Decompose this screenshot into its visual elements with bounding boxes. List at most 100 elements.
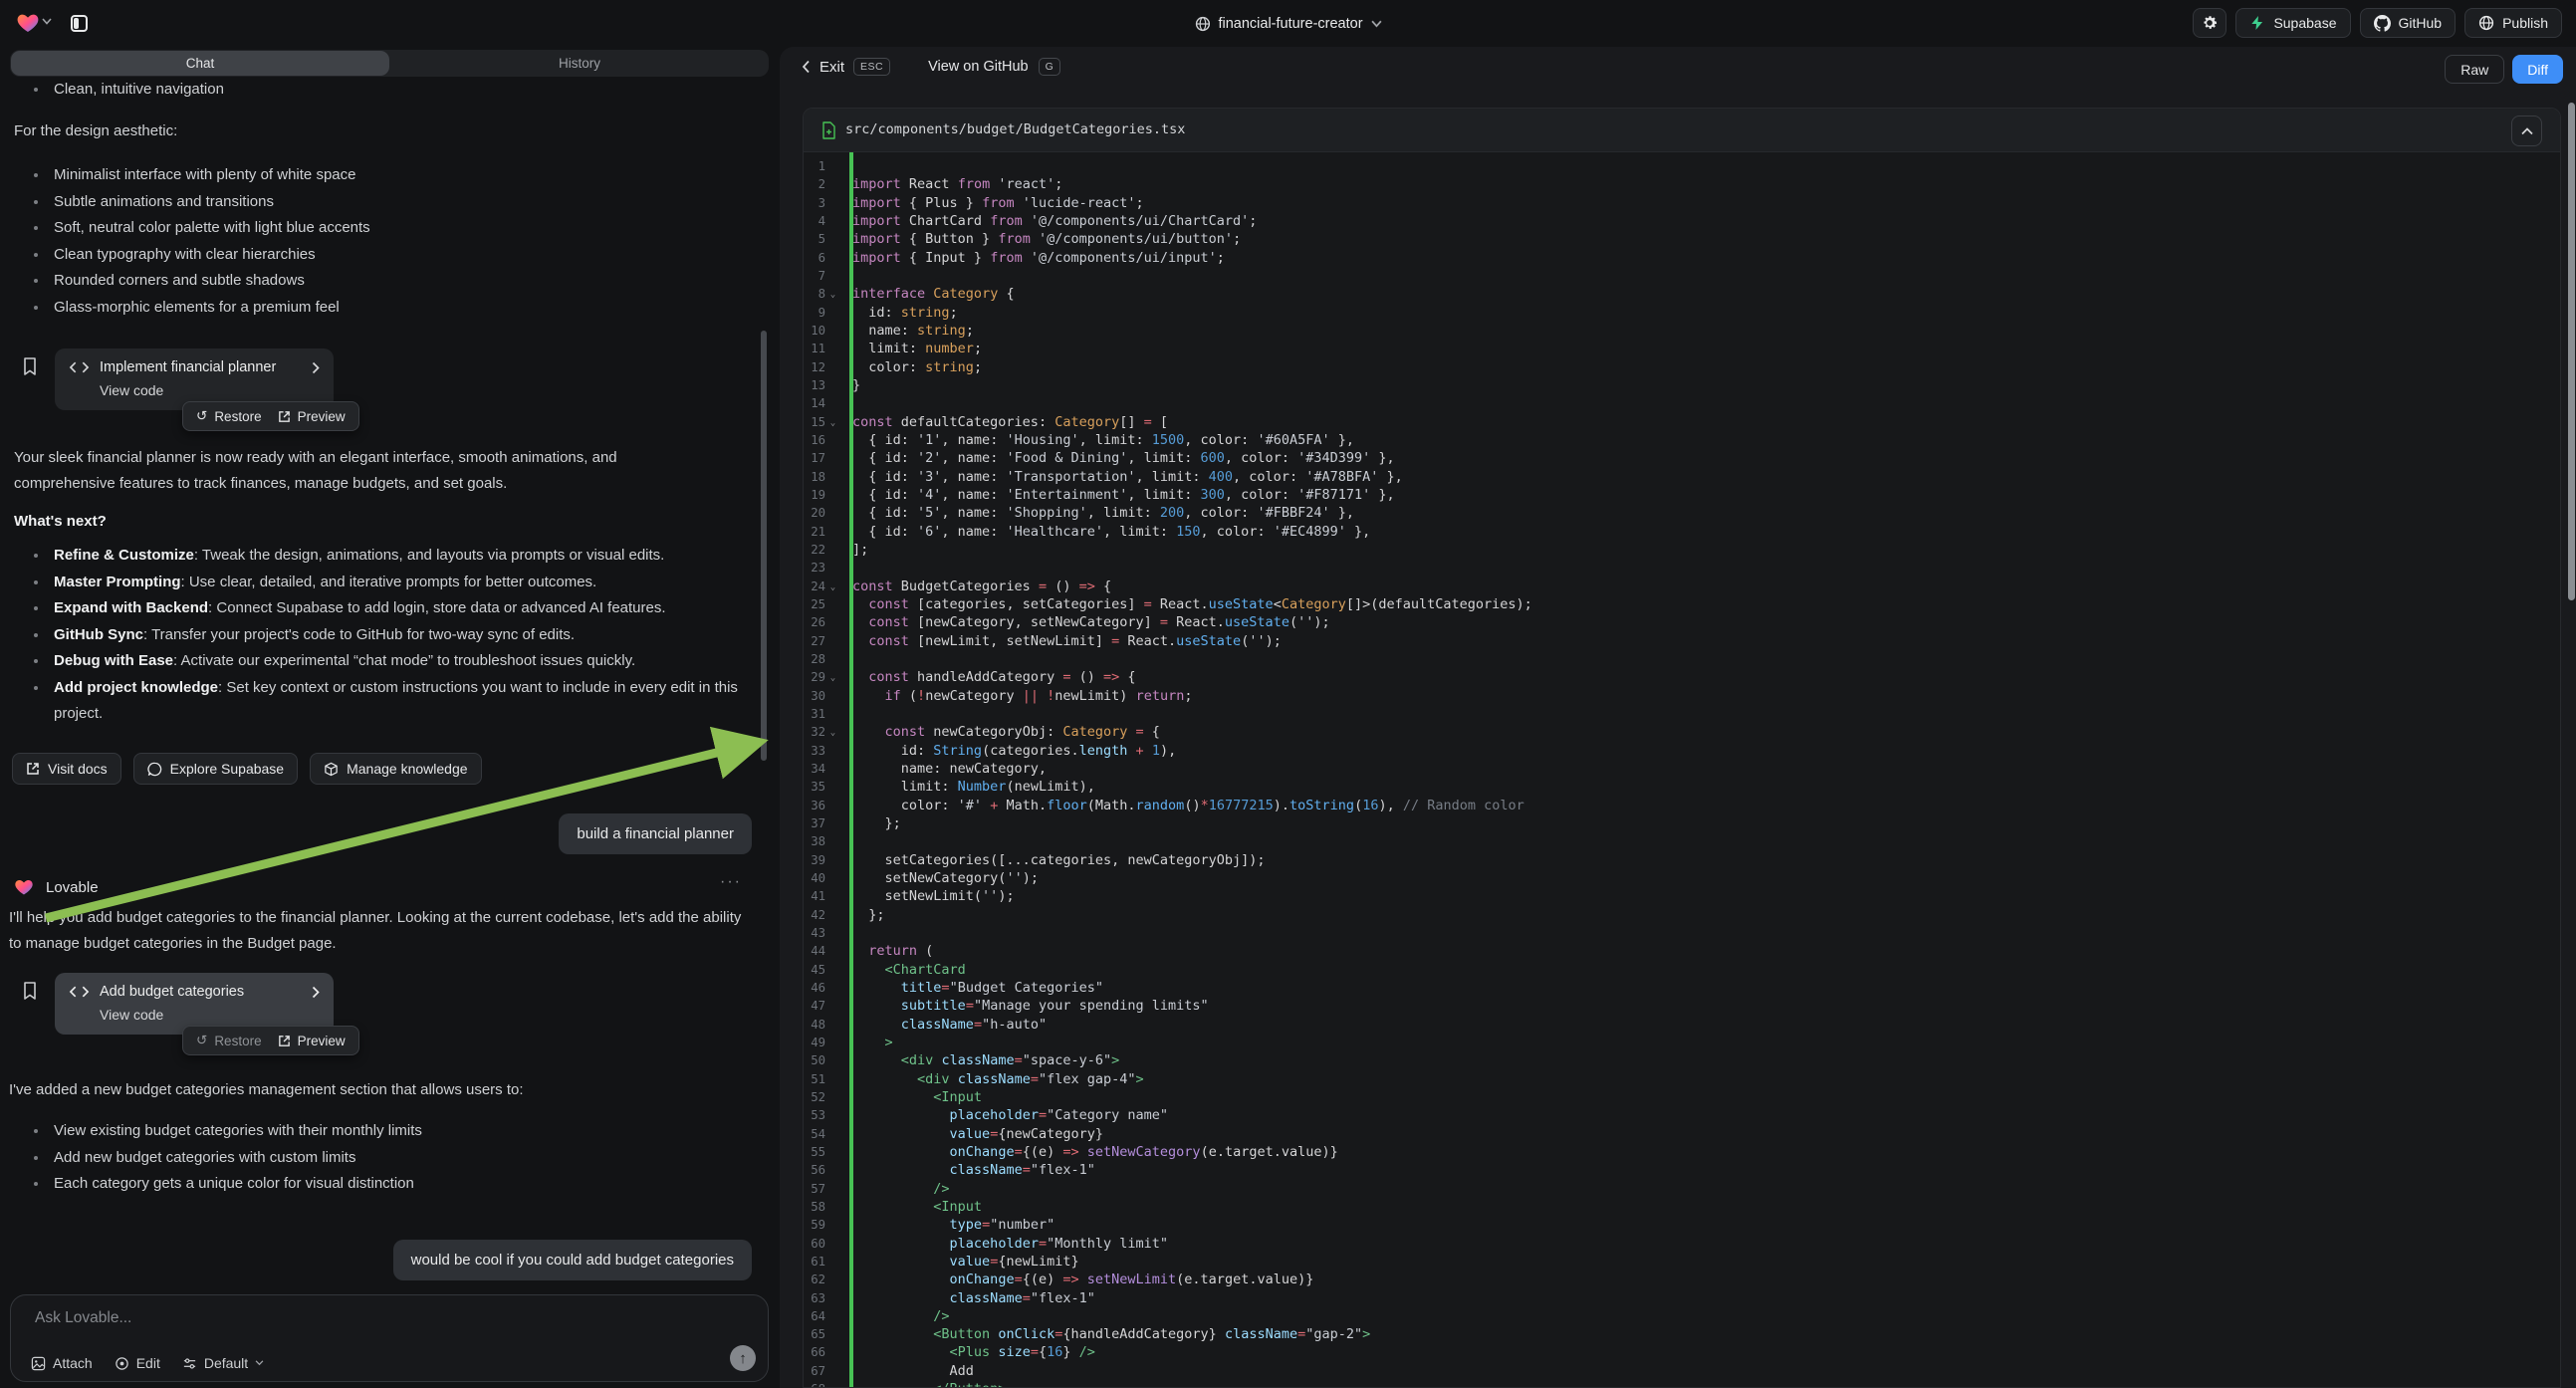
code-line: 5import { Button } from '@/components/ui… <box>804 230 2560 248</box>
chevron-left-icon <box>802 60 811 74</box>
view-on-github-button[interactable]: View on GitHub G <box>928 58 1060 76</box>
exit-button[interactable]: Exit ESC <box>802 58 890 76</box>
code-line: 24⌄const BudgetCategories = () => { <box>804 578 2560 595</box>
file-path: src/components/budget/BudgetCategories.t… <box>845 121 1185 137</box>
github-button[interactable]: GitHub <box>2360 8 2457 38</box>
list-item: Add new budget categories with custom li… <box>0 1145 727 1172</box>
github-label: GitHub <box>2399 15 2443 31</box>
code-line: 32⌄ const newCategoryObj: Category = { <box>804 723 2560 741</box>
restore-button[interactable]: ↺ Restore <box>196 408 262 424</box>
ready-paragraph: Your sleek financial planner is now read… <box>14 445 711 497</box>
message-menu-button[interactable]: ··· <box>720 873 742 891</box>
code-line: 37 }; <box>804 814 2560 832</box>
code-line: 44 return ( <box>804 942 2560 960</box>
restore-preview-pill-1: ↺ Restore Preview <box>182 401 359 431</box>
tab-chat[interactable]: Chat <box>11 51 389 76</box>
chat-bubble-icon <box>147 762 162 777</box>
heart-icon <box>16 11 40 35</box>
view-code-link[interactable]: View code <box>100 1007 320 1023</box>
code-panel-scrollbar-thumb[interactable] <box>2568 103 2575 600</box>
version-card-1-wrap: Implement financial planner View code ↺ … <box>0 348 780 448</box>
user-message-bubble: build a financial planner <box>559 813 752 854</box>
composer-toolbar: Attach Edit Default <box>31 1355 264 1371</box>
list-item: Master Prompting: Use clear, detailed, a… <box>0 570 742 596</box>
explore-supabase-button[interactable]: Explore Supabase <box>133 753 298 785</box>
publish-button[interactable]: Publish <box>2464 8 2562 38</box>
logo-chevron-down-icon[interactable] <box>42 18 52 25</box>
g-shortcut-badge: G <box>1039 58 1061 76</box>
file-header[interactable]: src/components/budget/BudgetCategories.t… <box>804 109 2560 152</box>
list-item: Rounded corners and subtle shadows <box>0 268 727 295</box>
restore-icon: ↺ <box>196 1033 207 1048</box>
code-line: 64 /> <box>804 1307 2560 1325</box>
code-line: 2import React from 'react'; <box>804 175 2560 193</box>
bookmark-icon[interactable] <box>22 356 38 376</box>
code-line: 39 setCategories([...categories, newCate… <box>804 850 2560 868</box>
design-heading: For the design aesthetic: <box>14 118 731 144</box>
code-line: 19 { id: '4', name: 'Entertainment', lim… <box>804 486 2560 504</box>
chevron-down-icon <box>255 1360 264 1366</box>
bullet-dot <box>34 686 38 690</box>
code-line: 30 if (!newCategory || !newLimit) return… <box>804 687 2560 705</box>
lovable-logo-icon[interactable] <box>16 11 40 35</box>
visit-docs-button[interactable]: Visit docs <box>12 753 121 785</box>
code-line: 14 <box>804 394 2560 412</box>
next-steps-list: Refine & Customize: Tweak the design, an… <box>0 543 742 728</box>
model-selector[interactable]: Default <box>182 1355 264 1371</box>
chevron-down-icon <box>1371 20 1382 28</box>
code-line: 4import ChartCard from '@/components/ui/… <box>804 212 2560 230</box>
chat-scrollbar-thumb[interactable] <box>761 331 767 761</box>
code-line: 62 onChange={(e) => setNewLimit(e.target… <box>804 1271 2560 1288</box>
settings-button[interactable] <box>2193 8 2226 38</box>
bullet-dot <box>34 226 38 230</box>
bookmark-icon[interactable] <box>22 981 38 1001</box>
code-line: 54 value={newCategory} <box>804 1124 2560 1142</box>
version-card-2-wrap: Add budget categories View code ↺ Restor… <box>0 973 780 1072</box>
version-card-title: Add budget categories <box>100 984 302 1000</box>
manage-knowledge-button[interactable]: Manage knowledge <box>310 753 481 785</box>
project-name: financial-future-creator <box>1218 16 1362 32</box>
supabase-label: Supabase <box>2273 15 2336 31</box>
project-switcher[interactable]: financial-future-creator <box>1184 8 1391 39</box>
top-bar: financial-future-creator Supabase <box>0 0 2576 47</box>
code-line: 28 <box>804 650 2560 668</box>
code-line: 52 <Input <box>804 1088 2560 1106</box>
list-item: Add project knowledge: Set key context o… <box>0 675 742 728</box>
prompt-input[interactable] <box>33 1307 730 1337</box>
code-line: 36 color: '#' + Math.floor(Math.random()… <box>804 796 2560 813</box>
added-paragraph: I've added a new budget categories manag… <box>9 1077 756 1103</box>
prompt-composer: Attach Edit Default <box>10 1294 769 1382</box>
image-icon <box>31 1356 46 1371</box>
supabase-bolt-icon <box>2249 15 2265 31</box>
code-line: 53 placeholder="Category name" <box>804 1106 2560 1124</box>
code-line: 34 name: newCategory, <box>804 760 2560 778</box>
code-line: 63 className="flex-1" <box>804 1288 2560 1306</box>
preview-button[interactable]: Preview <box>278 1034 346 1048</box>
collapse-file-button[interactable] <box>2511 116 2542 146</box>
tab-history[interactable]: History <box>390 50 769 77</box>
edit-button[interactable]: Edit <box>115 1355 160 1371</box>
publish-globe-icon <box>2478 15 2494 31</box>
assistant-intro-paragraph: I'll help you add budget categories to t… <box>9 905 756 957</box>
code-line: 25 const [categories, setCategories] = R… <box>804 595 2560 613</box>
code-line: 60 placeholder="Monthly limit" <box>804 1234 2560 1252</box>
code-line: 55 onChange={(e) => setNewCategory(e.tar… <box>804 1143 2560 1161</box>
attach-button[interactable]: Attach <box>31 1355 93 1371</box>
supabase-button[interactable]: Supabase <box>2235 8 2350 38</box>
chat-scroll-area[interactable]: Clean, intuitive navigation For the desi… <box>0 77 780 1290</box>
chevron-right-icon <box>312 361 320 374</box>
code-line: 67 Add <box>804 1362 2560 1380</box>
view-code-link[interactable]: View code <box>100 382 320 398</box>
target-icon <box>115 1356 129 1371</box>
assistant-name: Lovable <box>46 879 99 896</box>
list-item: Clean, intuitive navigation <box>0 77 727 104</box>
sidebar-toggle-button[interactable] <box>66 10 93 37</box>
code-line: 9 id: string; <box>804 304 2560 322</box>
sliders-icon <box>182 1356 197 1371</box>
send-button[interactable]: ↑ <box>730 1345 756 1371</box>
diff-toggle-button[interactable]: Diff <box>2512 55 2563 84</box>
preview-button[interactable]: Preview <box>278 409 346 424</box>
restore-button[interactable]: ↺ Restore <box>196 1033 262 1048</box>
user-message-bubble: would be cool if you could add budget ca… <box>393 1240 752 1280</box>
raw-toggle-button[interactable]: Raw <box>2445 55 2504 84</box>
